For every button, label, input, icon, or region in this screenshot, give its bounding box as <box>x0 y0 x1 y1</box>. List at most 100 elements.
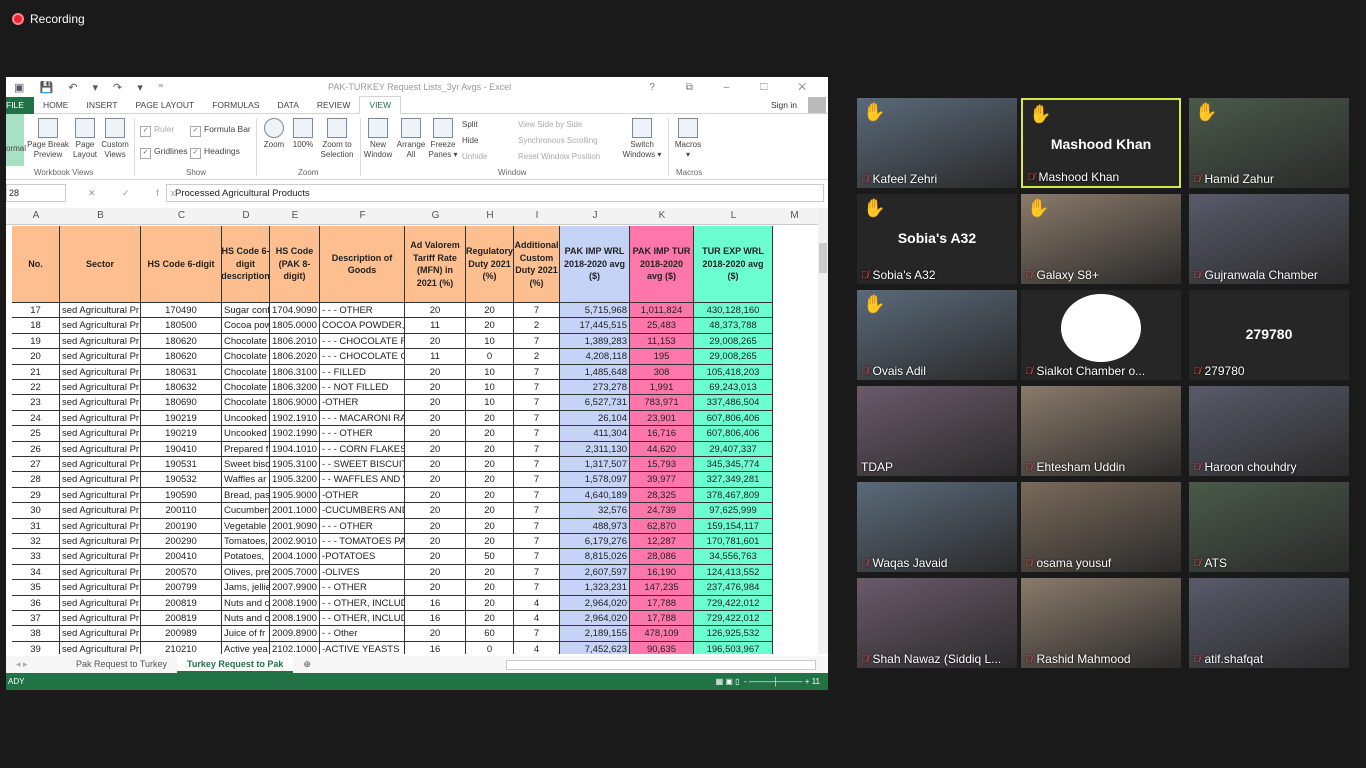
participant-tile[interactable]: ✋ 🎙̸ Hamid Zahur <box>1189 98 1349 188</box>
table-cell[interactable]: 1,323,231 <box>560 580 630 596</box>
table-cell[interactable]: 39 <box>12 641 60 654</box>
table-cell[interactable]: 60 <box>466 626 514 642</box>
horizontal-scrollbar[interactable] <box>506 660 816 670</box>
table-cell[interactable]: 20 <box>405 303 466 319</box>
table-cell[interactable]: 1805.0000 <box>270 318 320 334</box>
table-cell[interactable]: sed Agricultural Pr <box>60 626 141 642</box>
table-cell[interactable]: 90,635 <box>630 641 694 654</box>
table-cell[interactable]: 16 <box>405 595 466 611</box>
table-cell[interactable]: - - - OTHER <box>320 426 405 442</box>
table-cell[interactable]: sed Agricultural Pr <box>60 534 141 550</box>
table-cell[interactable]: 23,901 <box>630 410 694 427</box>
table-cell[interactable]: 180631 <box>141 364 222 380</box>
table-cell[interactable]: 190219 <box>141 410 222 427</box>
table-cell[interactable]: 20 <box>466 611 514 627</box>
table-cell[interactable]: 729,422,012 <box>694 595 773 611</box>
table-cell[interactable]: 180690 <box>141 395 222 411</box>
sheet-tab[interactable]: Pak Request to Turkey <box>66 656 177 673</box>
header-cell[interactable]: Sector <box>60 226 141 303</box>
table-cell[interactable]: 1,317,507 <box>560 457 630 473</box>
table-cell[interactable]: 488,973 <box>560 518 630 534</box>
table-cell[interactable]: 25 <box>12 426 60 442</box>
table-cell[interactable]: 170490 <box>141 303 222 319</box>
table-cell[interactable]: 4,640,189 <box>560 487 630 504</box>
table-cell[interactable]: 1806.3200 <box>270 380 320 396</box>
table-cell[interactable]: 29 <box>12 487 60 504</box>
table-cell[interactable]: 20 <box>405 472 466 488</box>
table-cell[interactable]: 20 <box>466 426 514 442</box>
table-cell[interactable]: 411,304 <box>560 426 630 442</box>
unhide-button[interactable]: Unhide <box>462 152 487 162</box>
table-cell[interactable]: 2,964,020 <box>560 595 630 611</box>
table-cell[interactable]: 20 <box>405 410 466 427</box>
table-cell[interactable]: 1905.3100 <box>270 457 320 473</box>
sheet-nav-arrows[interactable]: ◂ ▸ <box>6 659 66 670</box>
table-cell[interactable]: 7 <box>514 626 560 642</box>
participant-tile[interactable]: 🎙̸ Waqas Javaid <box>857 482 1017 572</box>
table-cell[interactable]: 28,086 <box>630 549 694 565</box>
table-cell[interactable]: 190531 <box>141 457 222 473</box>
table-cell[interactable]: 19 <box>12 333 60 350</box>
table-cell[interactable]: Tomatoes, <box>222 534 270 550</box>
table-cell[interactable]: 7 <box>514 441 560 457</box>
table-cell[interactable]: 20 <box>405 626 466 642</box>
table-cell[interactable]: 729,422,012 <box>694 611 773 627</box>
table-cell[interactable]: 2008.1900 <box>270 611 320 627</box>
page-break-preview-button[interactable]: Page Break Preview <box>26 114 70 160</box>
table-cell[interactable]: 200819 <box>141 611 222 627</box>
table-cell[interactable]: 25,483 <box>630 318 694 334</box>
table-cell[interactable]: 20 <box>405 564 466 581</box>
table-cell[interactable]: 337,486,504 <box>694 395 773 411</box>
table-cell[interactable]: sed Agricultural Pr <box>60 364 141 380</box>
table-cell[interactable]: 62,870 <box>630 518 694 534</box>
gridlines-checkbox[interactable]: Gridlines <box>140 146 188 159</box>
normal-view-button[interactable]: ormal <box>6 114 26 166</box>
table-cell[interactable]: 6,179,276 <box>560 534 630 550</box>
table-cell[interactable]: sed Agricultural Pr <box>60 487 141 504</box>
table-cell[interactable]: sed Agricultural Pr <box>60 518 141 534</box>
table-cell[interactable]: 10 <box>466 395 514 411</box>
table-cell[interactable]: Chocolate <box>222 349 270 365</box>
column-header-M[interactable]: M <box>773 210 816 221</box>
view-side-by-side-button[interactable]: View Side by Side <box>518 120 582 130</box>
tab-review[interactable]: REVIEW <box>308 100 360 110</box>
table-cell[interactable]: - - Other <box>320 626 405 642</box>
table-cell[interactable]: 308 <box>630 364 694 380</box>
header-cell[interactable]: HS Code (PAK 8-digit) <box>270 226 320 303</box>
table-cell[interactable]: 1,991 <box>630 380 694 396</box>
table-cell[interactable]: 378,467,809 <box>694 487 773 504</box>
header-cell[interactable]: HS Code 6-digit description <box>222 226 270 303</box>
table-cell[interactable]: 126,925,532 <box>694 626 773 642</box>
table-cell[interactable]: 2004.1000 <box>270 549 320 565</box>
table-cell[interactable]: 2001.1000 <box>270 503 320 519</box>
table-cell[interactable]: Prepared f <box>222 441 270 457</box>
participant-tile[interactable]: ✋ 🎙̸ Galaxy S8+ <box>1021 194 1181 284</box>
table-cell[interactable]: Sweet bisc <box>222 457 270 473</box>
account-avatar[interactable] <box>808 97 826 113</box>
table-cell[interactable]: sed Agricultural Pr <box>60 426 141 442</box>
table-cell[interactable]: - - NOT FILLED <box>320 380 405 396</box>
table-cell[interactable]: sed Agricultural Pr <box>60 564 141 581</box>
table-cell[interactable]: 11,153 <box>630 333 694 350</box>
table-cell[interactable]: 1905.9000 <box>270 487 320 504</box>
table-cell[interactable]: Jams, jellie <box>222 580 270 596</box>
table-cell[interactable]: 8,815,026 <box>560 549 630 565</box>
hide-button[interactable]: Hide <box>462 136 478 146</box>
header-cell[interactable]: HS Code 6-digit <box>141 226 222 303</box>
table-cell[interactable]: 7 <box>514 410 560 427</box>
table-cell[interactable]: 20 <box>466 441 514 457</box>
table-cell[interactable]: -OTHER <box>320 395 405 411</box>
table-cell[interactable]: 39,977 <box>630 472 694 488</box>
header-cell[interactable]: No. <box>12 226 60 303</box>
table-cell[interactable]: COCOA POWDER, <box>320 318 405 334</box>
table-cell[interactable]: - - SWEET BISCUIT <box>320 457 405 473</box>
table-cell[interactable]: 200989 <box>141 626 222 642</box>
table-cell[interactable]: 20 <box>466 534 514 550</box>
table-cell[interactable]: Sugar conf <box>222 303 270 319</box>
table-cell[interactable]: 1806.3100 <box>270 364 320 380</box>
table-cell[interactable]: 26,104 <box>560 410 630 427</box>
table-cell[interactable]: 2,964,020 <box>560 611 630 627</box>
window-controls[interactable]: ? ⧉ – ☐ ✕ <box>649 82 820 93</box>
table-cell[interactable]: 7 <box>514 380 560 396</box>
table-cell[interactable]: 180620 <box>141 333 222 350</box>
